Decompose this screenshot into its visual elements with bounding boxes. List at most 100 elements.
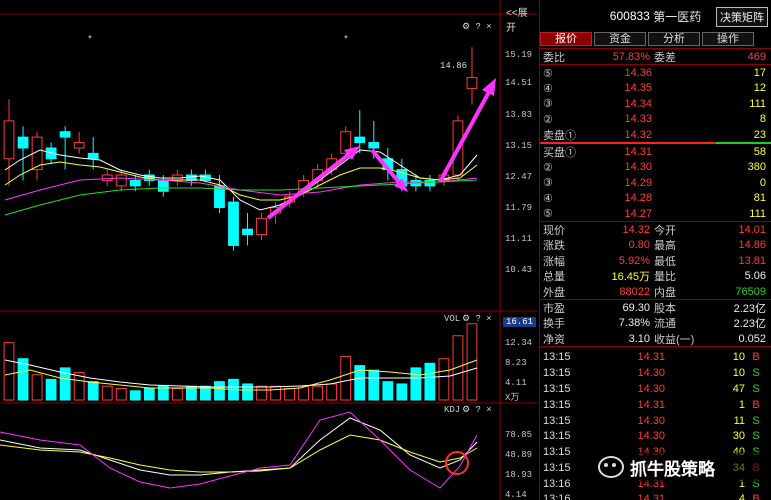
bid-row[interactable]: ② 14.30 380	[540, 160, 771, 175]
ask-row[interactable]: ⑤ 14.36 17	[540, 65, 771, 80]
trade-price: 14.30	[637, 382, 665, 395]
trade-volume: 30	[732, 430, 745, 443]
weicha-label: 委差	[654, 51, 676, 64]
trade-volume: 4	[738, 493, 745, 500]
stats-table: 现价 14.32 今开 14.01 涨跌 0.80 最高 14.86 涨幅 5.92% 最低 13.8…	[540, 222, 771, 299]
kdj-k-line	[0, 417, 478, 476]
tab-operation[interactable]: 操作	[702, 32, 754, 46]
weibi-row: 委比 57.83% 委差 469	[540, 49, 771, 64]
kdj-panel-label: KDJ	[444, 405, 461, 415]
vol-tick: 4.11	[505, 378, 527, 388]
tab-quote[interactable]: 报价	[540, 32, 592, 46]
volume-bar	[340, 355, 352, 401]
chart-settings-icons[interactable]: ⚙ ? ×	[462, 22, 492, 32]
stat-label: 最高	[654, 240, 676, 253]
stat-label: 今开	[654, 225, 676, 237]
ask-level-label: ③	[543, 98, 553, 111]
ask-row[interactable]: ③ 14.34 111	[540, 96, 771, 111]
trade-volume: 11	[733, 414, 745, 427]
trade-row: 13:15 14.31 10 B	[540, 349, 771, 365]
ask-price: 14.34	[624, 97, 652, 110]
candle-body	[228, 201, 239, 246]
stat-value: 5.92%	[618, 254, 650, 267]
kdj-settings-icons[interactable]: ⚙ ? ×	[462, 405, 492, 415]
candle-body	[242, 228, 253, 236]
bid-level-label: ③	[543, 177, 553, 190]
bid-level-label: 买盘①	[543, 147, 576, 160]
watermark: 抓牛股策略	[598, 452, 771, 482]
volume-bar	[242, 383, 253, 401]
trade-direction: S	[752, 414, 760, 427]
kdj-tick: 48.89	[505, 450, 533, 460]
ask-volume: 23	[753, 128, 766, 141]
bid-row[interactable]: ⑤ 14.27 111	[540, 206, 771, 221]
volume-bar	[368, 369, 380, 401]
candle-body	[256, 217, 267, 236]
star-marker: *	[88, 34, 92, 45]
volume-bar	[396, 383, 408, 401]
stat-value: 5.06	[744, 270, 766, 283]
vol-settings-icons[interactable]: ⚙ ? ×	[462, 314, 492, 324]
stat-value: 76509	[735, 285, 766, 298]
trade-row: 13:16 14.31 4 B	[540, 492, 771, 500]
candle-body	[17, 136, 29, 149]
high-price-marker: 14.86	[440, 61, 468, 71]
expand-toggle[interactable]: <<展开	[506, 4, 537, 34]
ask-price: 14.36	[624, 67, 652, 80]
ask-volume: 17	[753, 67, 766, 80]
fundamentals-table: 市盈 69.30 股本 2.23亿 换手 7.38% 流通 2.23亿 净资 3.10 收益(一) 0…	[540, 300, 771, 346]
trade-time: 13:15	[543, 461, 571, 474]
volume-bar	[214, 381, 225, 401]
decision-matrix-button[interactable]: 决策矩阵	[716, 7, 768, 27]
tab-funds[interactable]: 资金	[594, 32, 646, 46]
fundamental-value: 69.30	[622, 301, 650, 314]
bid-price: 14.28	[624, 192, 652, 205]
fundamental-value: 3.10	[628, 332, 650, 345]
volume-bar	[31, 374, 43, 401]
trade-row: 13:15 14.30 11 S	[540, 413, 771, 429]
bid-price: 14.30	[624, 161, 652, 174]
stat-label: 总量	[543, 271, 565, 284]
ask-row[interactable]: 卖盘① 14.32 23	[540, 127, 771, 142]
vol-current-value: 16.61	[503, 317, 537, 327]
fundamental-value: 0.052	[738, 332, 766, 345]
fundamental-row: 净资 3.10 收益(一) 0.052	[540, 331, 771, 346]
trade-time: 13:15	[543, 430, 571, 443]
trade-row: 13:15 14.30 10 S	[540, 365, 771, 381]
star-marker: *	[344, 34, 348, 45]
trade-time: 13:16	[543, 477, 571, 490]
candle-body	[73, 142, 85, 149]
candle-body	[3, 120, 15, 160]
fundamental-value: 2.23亿	[733, 302, 766, 315]
ask-price: 14.32	[624, 128, 652, 141]
price-tick: 13.15	[505, 141, 533, 151]
candle-body	[115, 174, 127, 187]
volume-bar	[410, 367, 422, 401]
vol-tick: 12.34	[505, 338, 533, 348]
trade-time: 13:15	[543, 367, 571, 380]
candle-body	[157, 179, 169, 192]
trade-direction: S	[752, 430, 760, 443]
ask-row[interactable]: ② 14.33 8	[540, 112, 771, 127]
bid-row[interactable]: 买盘① 14.31 58	[540, 144, 771, 159]
ask-row[interactable]: ④ 14.35 12	[540, 81, 771, 96]
stat-value: 16.45万	[611, 271, 650, 284]
candle-body	[101, 174, 113, 181]
volume-bar	[438, 358, 450, 401]
ask-volume: 12	[753, 82, 766, 95]
bid-volume: 111	[749, 207, 766, 220]
trade-direction: B	[752, 351, 760, 364]
fundamental-value: 7.38%	[618, 317, 650, 330]
bid-row[interactable]: ④ 14.28 81	[540, 191, 771, 206]
bid-price: 14.29	[624, 176, 652, 189]
fundamental-label: 市盈	[543, 302, 565, 315]
fundamental-label: 流通	[654, 318, 676, 331]
bid-row[interactable]: ③ 14.29 0	[540, 175, 771, 190]
kline-chart-area[interactable]: * * <<展开 ⚙ ? × 15.19 14.51 13.83 13.15 1…	[0, 0, 537, 500]
stats-row: 涨跌 0.80 最高 14.86	[540, 238, 771, 253]
kdj-d-line	[0, 434, 478, 473]
quote-panel: 600833 第一医药 决策矩阵 报价 资金 分析 操作 委比 57.83% 委…	[539, 0, 771, 500]
tab-analysis[interactable]: 分析	[648, 32, 700, 46]
kline-svg: * *	[0, 0, 537, 500]
volume-bar	[17, 358, 29, 401]
